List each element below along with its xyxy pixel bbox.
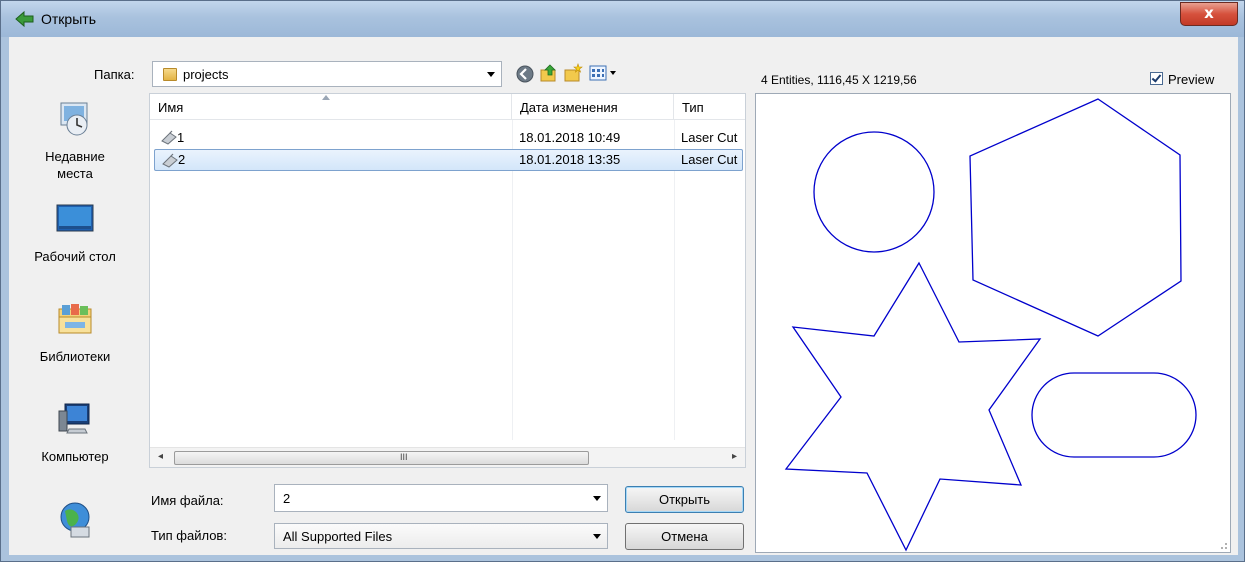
scroll-right-icon[interactable]: ▸: [732, 451, 737, 462]
desktop-icon: [56, 204, 94, 232]
open-arrow-icon: [15, 10, 34, 28]
chevron-down-icon[interactable]: [487, 72, 495, 77]
filetype-value: All Supported Files: [283, 529, 393, 544]
computer-icon: [58, 403, 90, 434]
preview-star-shape: [784, 261, 1042, 552]
sort-ascending-icon: [322, 95, 330, 100]
scroll-left-icon[interactable]: ◂: [158, 451, 163, 462]
lookin-value: projects: [183, 67, 229, 82]
libraries-icon: [58, 304, 92, 334]
file-list[interactable]: Имя Дата изменения Тип 1 18.01.2018 10:4…: [149, 93, 746, 468]
lookin-label: Папка:: [94, 67, 135, 82]
file-type: Laser Cut: [681, 130, 738, 145]
filename-label: Имя файла:: [151, 493, 224, 508]
scrollbar-thumb[interactable]: III: [174, 451, 589, 465]
table-row[interactable]: 2 18.01.2018 13:35 Laser Cut: [154, 149, 743, 171]
place-label: Недавние места: [45, 149, 105, 181]
view-menu-icon[interactable]: [589, 64, 619, 84]
preview-checkbox[interactable]: [1150, 72, 1163, 85]
lookin-combobox[interactable]: projects: [152, 61, 502, 87]
preview-info: 4 Entities, 1116,45 X 1219,56: [761, 73, 917, 87]
filetype-select[interactable]: All Supported Files: [274, 523, 608, 549]
filename-value: 2: [283, 491, 291, 506]
open-button[interactable]: Открыть: [625, 486, 744, 513]
file-type: Laser Cut: [681, 152, 738, 167]
laser-cut-file-icon: [161, 130, 177, 145]
filename-input[interactable]: 2: [274, 484, 608, 512]
place-libraries[interactable]: Библиотеки: [9, 299, 141, 365]
window-title: Открыть: [41, 11, 96, 27]
preview-drawing: [784, 98, 1197, 552]
column-header-name[interactable]: Имя: [150, 94, 512, 120]
place-label: Библиотеки: [39, 349, 111, 364]
file-name: 1: [177, 130, 185, 145]
scrollbar-grip: III: [400, 452, 408, 462]
preview-slot-shape: [1031, 372, 1197, 458]
chevron-down-icon[interactable]: [593, 496, 601, 501]
filetype-label: Тип файлов:: [151, 528, 227, 543]
place-label: Компьютер: [41, 449, 109, 464]
chevron-down-icon[interactable]: [593, 534, 601, 539]
checkmark-icon: [1151, 72, 1162, 83]
column-header-type[interactable]: Тип: [674, 94, 745, 120]
back-icon[interactable]: [515, 64, 535, 84]
place-label: Рабочий стол: [34, 249, 116, 264]
resize-grip-icon[interactable]: [1216, 538, 1228, 550]
place-network[interactable]: [9, 499, 141, 548]
new-folder-icon[interactable]: [563, 63, 583, 83]
title-bar[interactable]: Открыть x: [1, 1, 1244, 37]
preview-checkbox-label: Preview: [1168, 72, 1215, 87]
file-name: 2: [178, 152, 186, 167]
network-icon: [60, 502, 90, 538]
cancel-button[interactable]: Отмена: [625, 523, 744, 550]
preview-hexagon-shape: [969, 98, 1182, 337]
file-date: 18.01.2018 10:49: [519, 130, 621, 145]
file-date: 18.01.2018 13:35: [519, 152, 621, 167]
place-desktop[interactable]: Рабочий стол: [9, 199, 141, 265]
laser-cut-file-icon: [162, 153, 178, 168]
column-header-label: Имя: [158, 100, 184, 115]
close-button[interactable]: x: [1180, 2, 1238, 26]
column-header-date[interactable]: Дата изменения: [512, 94, 674, 120]
table-row[interactable]: 1 18.01.2018 10:49 Laser Cut: [150, 127, 745, 149]
preview-pane: [755, 93, 1231, 553]
place-computer[interactable]: Компьютер: [9, 399, 141, 465]
folder-icon: [163, 68, 177, 81]
column-header-label: Тип: [682, 100, 704, 115]
dialog-client-area: Папка: projects Недавние места Рабочий с…: [9, 37, 1238, 555]
up-folder-icon[interactable]: [539, 63, 559, 83]
open-dialog-window: Открыть x Папка: projects Недавние места…: [0, 0, 1245, 562]
column-header-label: Дата изменения: [520, 100, 618, 115]
place-recent[interactable]: Недавние места: [9, 99, 141, 182]
preview-circle-shape: [813, 131, 935, 253]
horizontal-scrollbar[interactable]: ◂ III ▸: [150, 447, 745, 467]
recent-places-icon: [60, 102, 88, 136]
